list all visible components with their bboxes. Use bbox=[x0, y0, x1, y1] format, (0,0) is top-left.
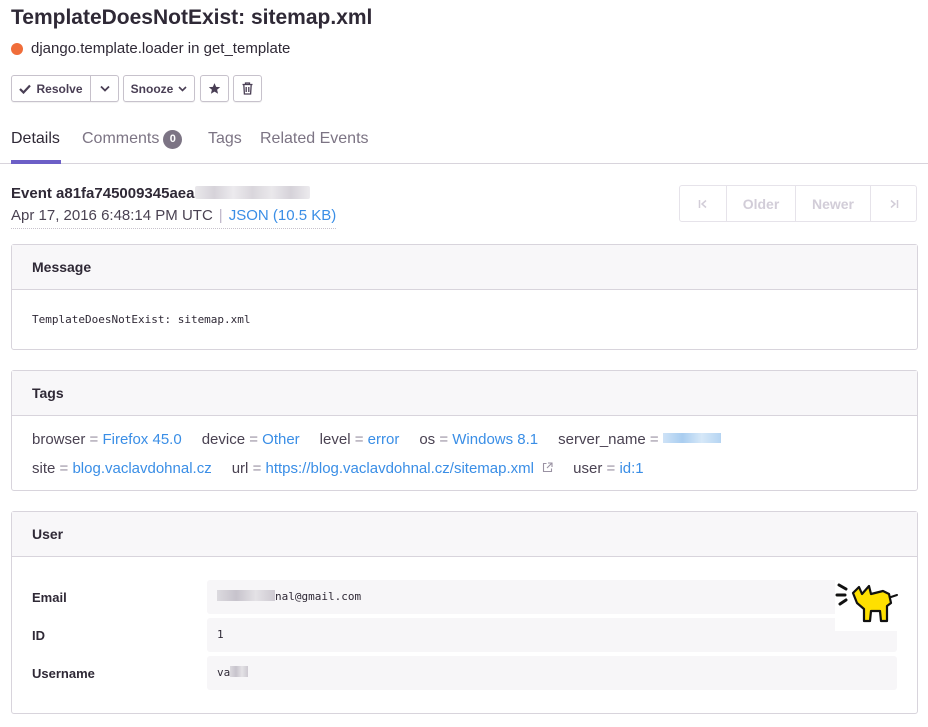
redacted-server-name bbox=[662, 433, 721, 443]
resolve-button-group: Resolve bbox=[11, 75, 119, 102]
tag-user[interactable]: user = id:1 bbox=[573, 460, 643, 477]
resolve-label: Resolve bbox=[36, 81, 83, 96]
tag-value: error bbox=[367, 431, 400, 448]
redacted-event-id bbox=[194, 186, 310, 199]
tab-comments[interactable]: Comments 0 bbox=[82, 130, 183, 149]
user-header: User bbox=[12, 512, 917, 557]
tags-row: browser = Firefox 45.0 device = Other le… bbox=[32, 431, 741, 448]
issue-tabs: Details Comments 0 Tags Related Events bbox=[0, 118, 928, 164]
tag-device[interactable]: device = Other bbox=[202, 431, 300, 448]
first-event-button[interactable] bbox=[680, 186, 727, 221]
tab-details[interactable]: Details bbox=[11, 130, 60, 148]
username-value: va bbox=[207, 656, 897, 690]
message-panel: Message TemplateDoesNotExist: sitemap.xm… bbox=[11, 244, 918, 350]
chevron-down-icon bbox=[99, 85, 110, 92]
issue-actions: Resolve Snooze bbox=[11, 75, 262, 102]
user-avatar-image bbox=[835, 573, 899, 631]
event-pager: Older Newer bbox=[679, 185, 917, 222]
email-text: nal@gmail.com bbox=[275, 590, 362, 603]
trash-icon bbox=[242, 82, 253, 95]
tag-value: blog.vaclavdohnal.cz bbox=[72, 460, 212, 477]
resolve-button[interactable]: Resolve bbox=[11, 75, 91, 102]
tag-value: https://blog.vaclavdohnal.cz/sitemap.xml bbox=[265, 460, 534, 477]
last-page-icon bbox=[889, 199, 899, 209]
chevron-down-icon bbox=[178, 85, 187, 92]
tag-value: id:1 bbox=[619, 460, 644, 477]
user-id-row: ID 1 bbox=[12, 618, 917, 652]
tag-key: url bbox=[231, 460, 249, 477]
level-indicator-icon bbox=[11, 42, 23, 55]
tag-server-name[interactable]: server_name = bbox=[558, 431, 721, 448]
tags-row: site = blog.vaclavdohnal.cz url = https:… bbox=[32, 460, 664, 477]
issue-culprit: django.template.loader in get_template bbox=[11, 40, 290, 57]
tag-url[interactable]: url = https://blog.vaclavdohnal.cz/sitem… bbox=[232, 460, 553, 477]
tab-comments-label: Comments bbox=[82, 130, 160, 147]
tag-key: server_name bbox=[558, 431, 646, 448]
tag-value: Other bbox=[262, 431, 300, 448]
id-label: ID bbox=[32, 628, 45, 643]
comments-count-badge: 0 bbox=[163, 130, 183, 149]
tag-key: device bbox=[201, 431, 246, 448]
star-icon bbox=[208, 82, 221, 95]
separator: | bbox=[218, 207, 223, 224]
tags-header: Tags bbox=[12, 371, 917, 416]
tag-key: site bbox=[32, 460, 56, 477]
first-page-icon bbox=[698, 199, 708, 209]
issue-title: TemplateDoesNotExist: sitemap.xml bbox=[11, 6, 373, 29]
tag-level[interactable]: level = error bbox=[320, 431, 400, 448]
user-panel: User Email nal@gmail.com ID 1 Username v… bbox=[11, 511, 918, 714]
event-meta: Apr 17, 2016 6:48:14 PM UTC | JSON (10.5 K… bbox=[11, 207, 337, 229]
tags-panel: Tags browser = Firefox 45.0 device = Oth… bbox=[11, 370, 918, 491]
tab-related-events[interactable]: Related Events bbox=[260, 130, 369, 148]
redacted-email bbox=[217, 590, 275, 601]
event-timestamp: Apr 17, 2016 6:48:14 PM UTC bbox=[11, 207, 213, 224]
user-username-row: Username va bbox=[12, 656, 917, 690]
external-link-icon[interactable] bbox=[542, 462, 553, 473]
id-value: 1 bbox=[207, 618, 897, 652]
tag-browser[interactable]: browser = Firefox 45.0 bbox=[32, 431, 182, 448]
user-email-row: Email nal@gmail.com bbox=[12, 580, 917, 614]
tag-value: Windows 8.1 bbox=[452, 431, 539, 448]
message-header: Message bbox=[12, 245, 917, 290]
username-label: Username bbox=[32, 666, 95, 681]
redacted-username bbox=[230, 666, 249, 677]
snooze-button[interactable]: Snooze bbox=[123, 75, 195, 102]
snooze-label: Snooze bbox=[130, 81, 174, 96]
tag-value: Firefox 45.0 bbox=[102, 431, 182, 448]
event-id: Event a81fa745009345aea bbox=[11, 185, 310, 202]
tag-key: browser bbox=[32, 431, 86, 448]
delete-button[interactable] bbox=[233, 75, 262, 102]
active-tab-indicator bbox=[11, 160, 61, 164]
tag-key: user bbox=[573, 460, 603, 477]
last-event-button[interactable] bbox=[871, 186, 916, 221]
json-link[interactable]: JSON (10.5 KB) bbox=[229, 207, 337, 224]
tab-tags[interactable]: Tags bbox=[208, 130, 242, 148]
message-text: TemplateDoesNotExist: sitemap.xml bbox=[32, 313, 251, 326]
tag-key: os bbox=[419, 431, 436, 448]
email-value: nal@gmail.com bbox=[207, 580, 847, 614]
resolve-dropdown-button[interactable] bbox=[91, 75, 119, 102]
checkmark-icon bbox=[19, 84, 32, 94]
email-label: Email bbox=[32, 590, 67, 605]
newer-event-button[interactable]: Newer bbox=[796, 186, 871, 221]
username-text: va bbox=[217, 666, 231, 679]
tag-key: level bbox=[319, 431, 351, 448]
culprit-text: django.template.loader in get_template bbox=[31, 40, 291, 57]
tag-site[interactable]: site = blog.vaclavdohnal.cz bbox=[32, 460, 212, 477]
bookmark-button[interactable] bbox=[200, 75, 229, 102]
tag-os[interactable]: os = Windows 8.1 bbox=[419, 431, 538, 448]
event-id-text: Event a81fa745009345aea bbox=[11, 185, 195, 202]
older-event-button[interactable]: Older bbox=[727, 186, 796, 221]
